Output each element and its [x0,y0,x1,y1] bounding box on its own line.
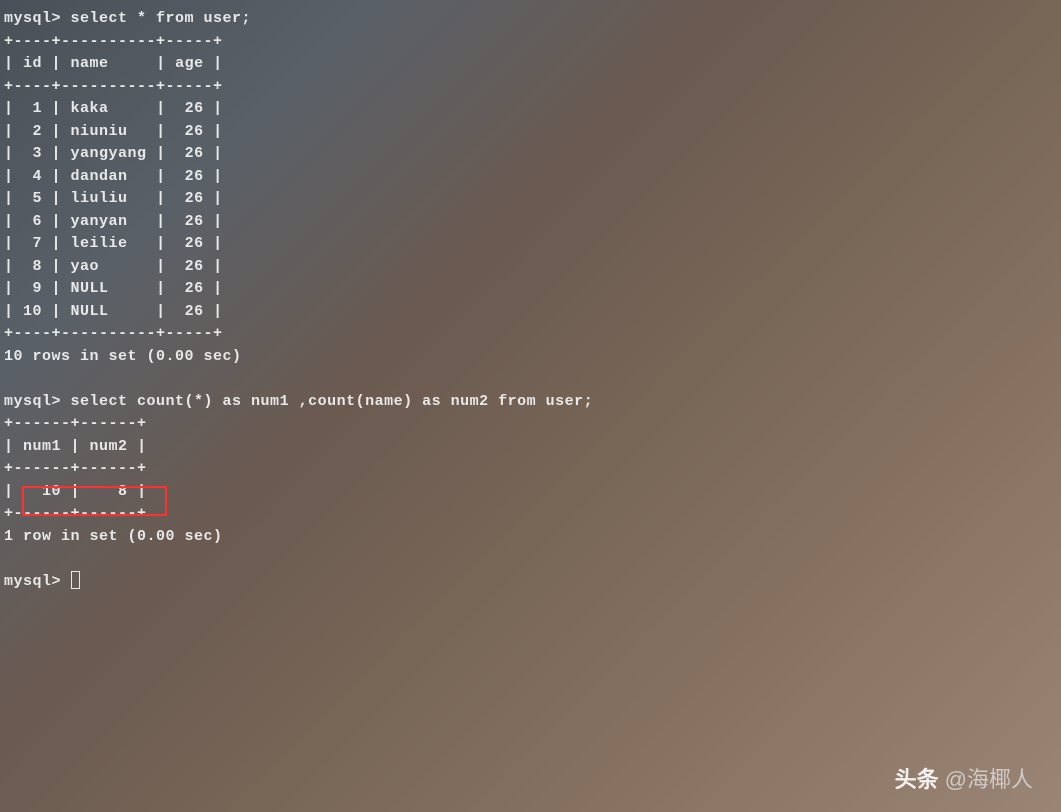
table-row: | 5 | liuliu | 26 | [4,190,223,207]
cursor-icon [71,571,80,589]
query2-command: select count(*) as num1 ,count(name) as … [71,393,594,410]
table-row: | 7 | leilie | 26 | [4,235,223,252]
table-header: | num1 | num2 | [4,438,147,455]
result-message: 1 row in set (0.00 sec) [4,528,223,545]
table-header: | id | name | age | [4,55,223,72]
table-border: +----+----------+-----+ [4,78,223,95]
table-border: +------+------+ [4,460,147,477]
table-border: +----+----------+-----+ [4,33,223,50]
table-row: | 10 | NULL | 26 | [4,303,223,320]
table-border: +------+------+ [4,415,147,432]
table-row: | 2 | niuniu | 26 | [4,123,223,140]
table-row: | 10 | 8 | [4,483,147,500]
watermark-label: 头条 [895,762,939,794]
table-row: | 9 | NULL | 26 | [4,280,223,297]
table-row: | 6 | yanyan | 26 | [4,213,223,230]
prompt-label: mysql> [4,573,61,590]
table-row: | 8 | yao | 26 | [4,258,223,275]
table-border: +----+----------+-----+ [4,325,223,342]
prompt-label: mysql> [4,393,61,410]
table-row: | 4 | dandan | 26 | [4,168,223,185]
watermark-user: @海椰人 [945,762,1033,794]
prompt-label: mysql> [4,10,61,27]
query1-command: select * from user; [71,10,252,27]
table-border: +------+------+ [4,505,147,522]
terminal-output[interactable]: mysql> select * from user; +----+-------… [0,0,1061,812]
watermark: 头条 @海椰人 [895,762,1033,794]
table-row: | 3 | yangyang | 26 | [4,145,223,162]
table-row: | 1 | kaka | 26 | [4,100,223,117]
result-message: 10 rows in set (0.00 sec) [4,348,242,365]
